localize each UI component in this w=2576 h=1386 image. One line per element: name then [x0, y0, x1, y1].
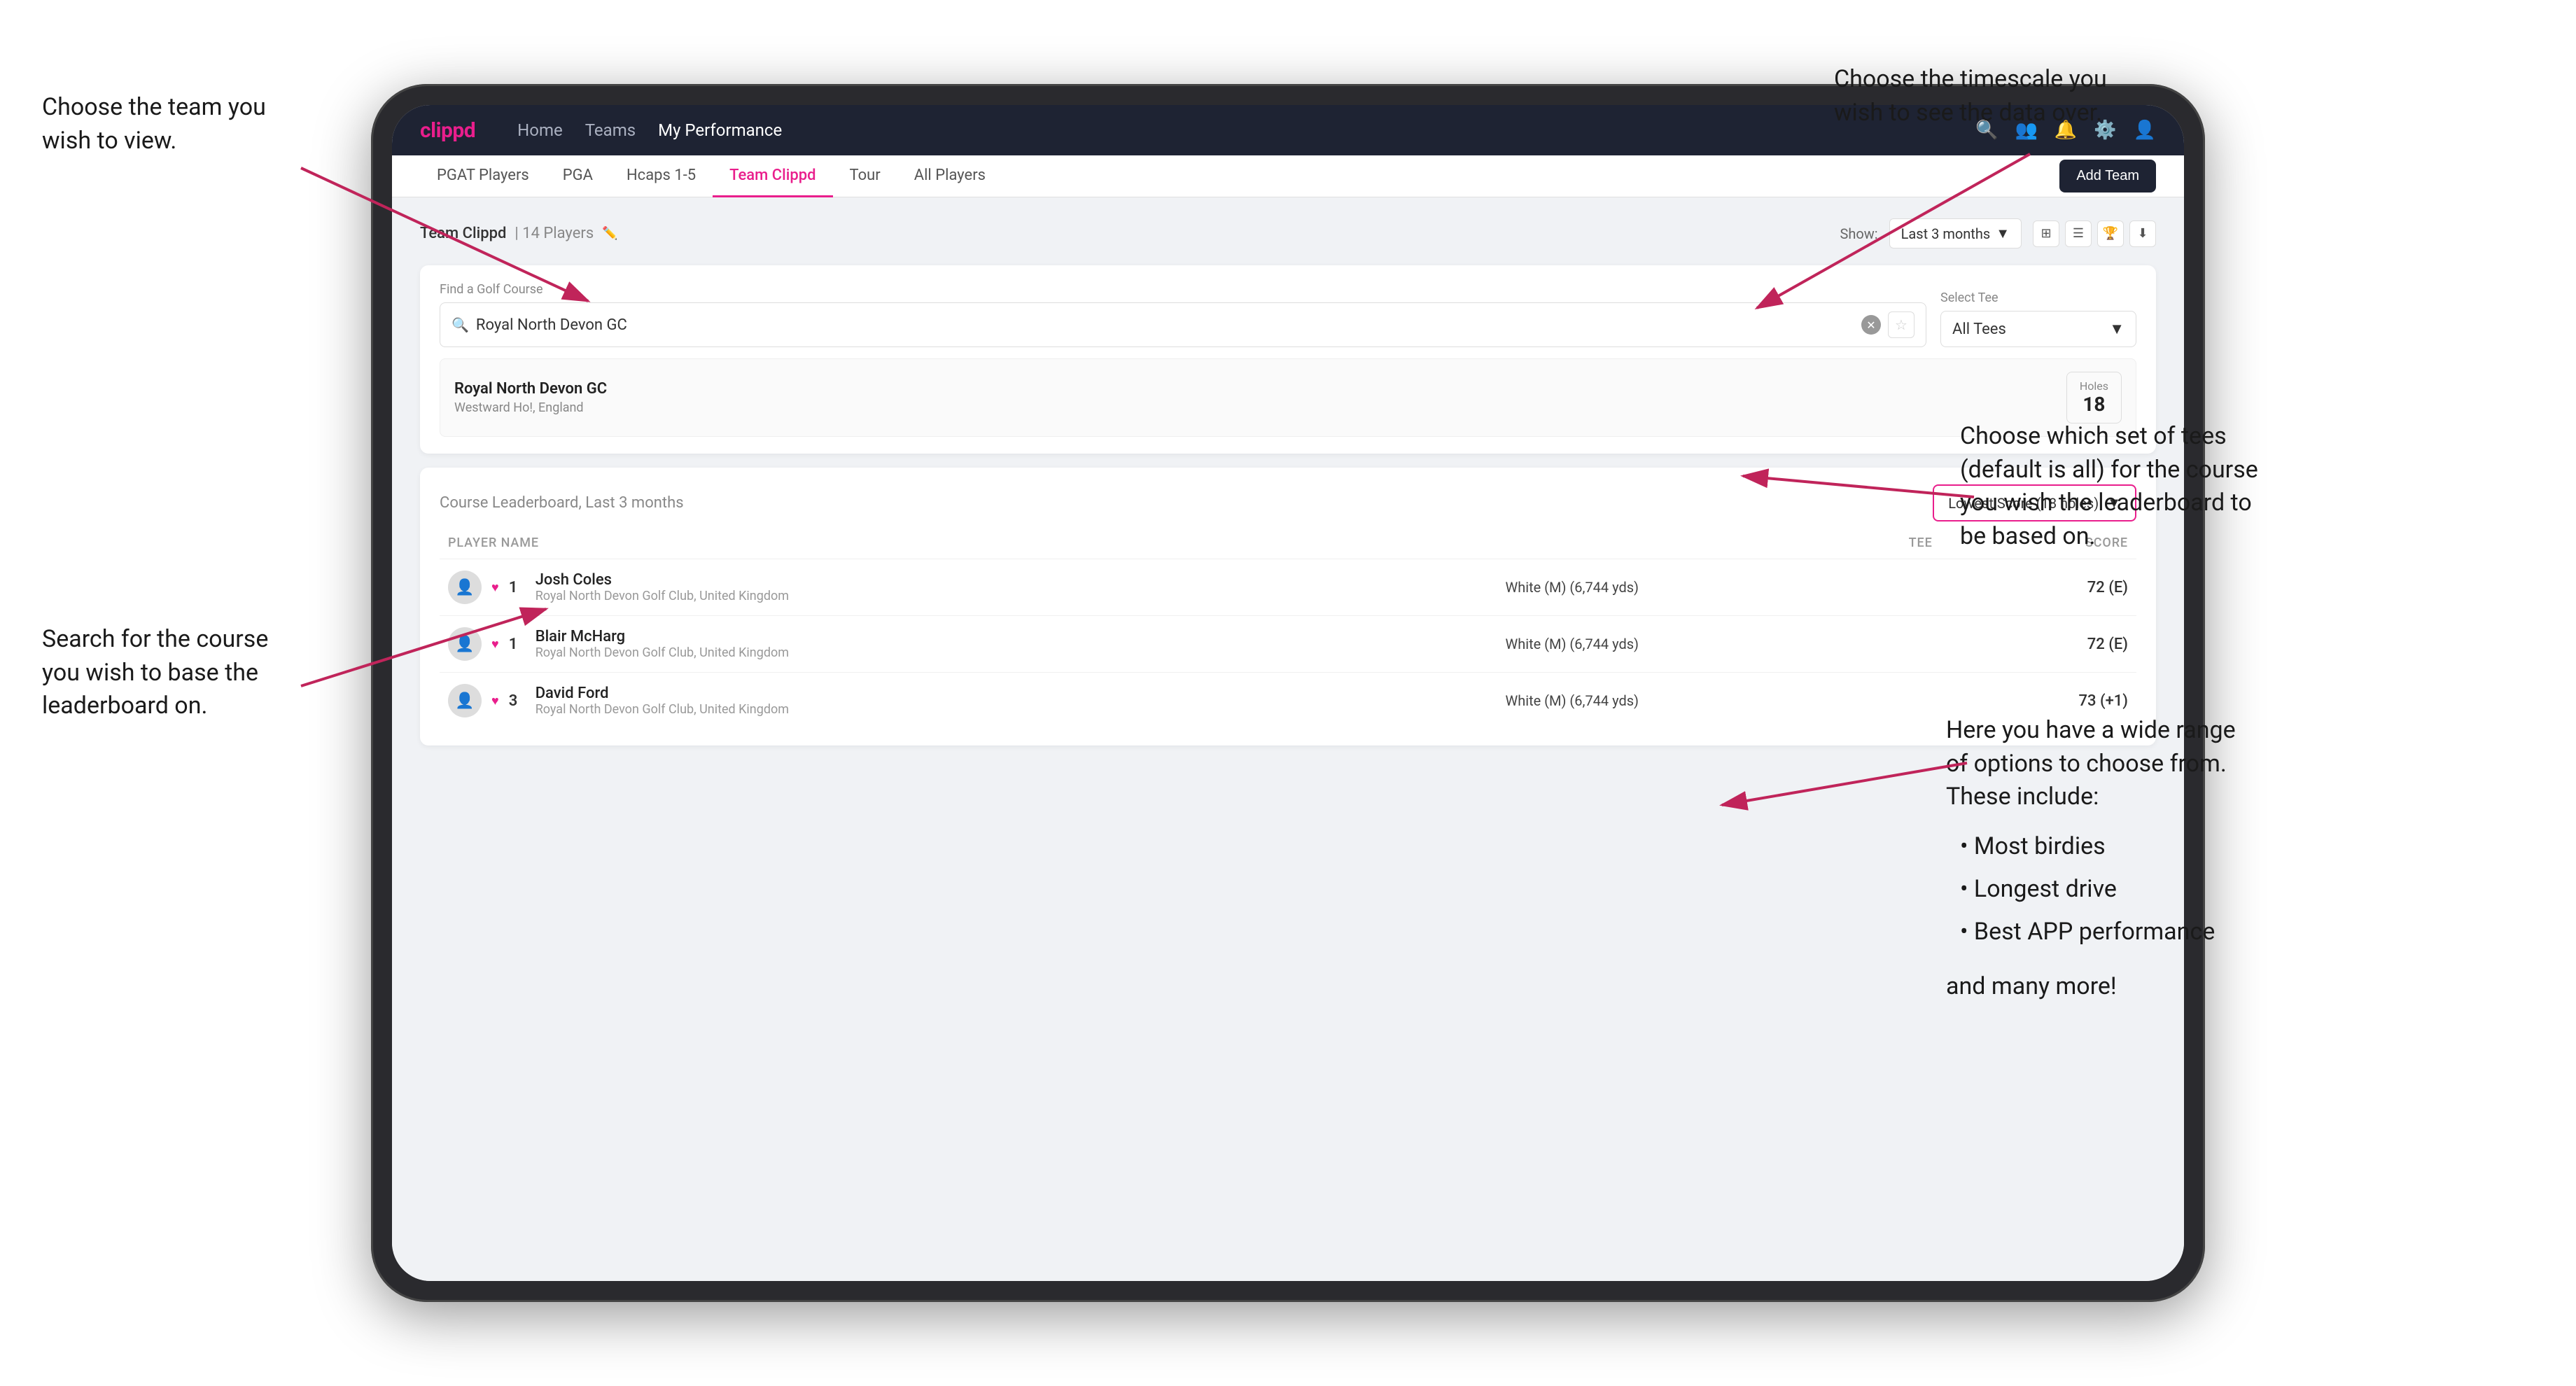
show-label: Show:	[1840, 225, 1877, 242]
leaderboard-title: Course Leaderboard, Last 3 months	[440, 494, 684, 512]
subnav-team-clippd[interactable]: Team Clippd	[713, 155, 832, 197]
grid-view-icon[interactable]: ⊞	[2033, 220, 2059, 247]
holes-badge: Holes 18	[2066, 372, 2122, 424]
heart-icon-2[interactable]: ♥	[491, 694, 499, 708]
nav-teams[interactable]: Teams	[585, 118, 636, 143]
subnav-tour[interactable]: Tour	[833, 155, 897, 197]
col-player: PLAYER NAME	[440, 536, 1497, 559]
player-cell-1: 👤 ♥ 1 Blair McHarg Royal North Devon Gol…	[440, 616, 1497, 673]
leaderboard-table: PLAYER NAME TEE SCORE 👤 ♥ 1 Josh Coles R…	[440, 536, 2136, 729]
heart-icon-1[interactable]: ♥	[491, 637, 499, 652]
list-view-icon[interactable]: ☰	[2065, 220, 2092, 247]
leaderboard-header: Course Leaderboard, Last 3 months Lowest…	[440, 484, 2136, 522]
score-cell-0: 72 (E)	[1941, 559, 2136, 616]
clear-search-button[interactable]: ✕	[1861, 315, 1881, 335]
player-avatar-2: 👤	[448, 684, 482, 718]
tee-cell-1: White (M) (6,744 yds)	[1497, 616, 1940, 673]
course-search-value: Royal North Devon GC	[476, 316, 1854, 334]
player-name-0: Josh Coles	[536, 571, 789, 589]
player-club-2: Royal North Devon Golf Club, United King…	[536, 702, 789, 717]
bullet-drive: Longest drive	[1960, 868, 2236, 911]
subnav-hcaps[interactable]: Hcaps 1-5	[610, 155, 713, 197]
table-row: 👤 ♥ 3 David Ford Royal North Devon Golf …	[440, 673, 2136, 729]
main-content: Team Clippd | 14 Players ✏️ Show: Last 3…	[392, 197, 2184, 1281]
search-icon-small: 🔍	[451, 316, 469, 333]
subnav: PGAT Players PGA Hcaps 1-5 Team Clippd T…	[392, 155, 2184, 197]
team-title-area: Team Clippd | 14 Players ✏️	[420, 225, 618, 242]
subnav-all-players[interactable]: All Players	[897, 155, 1002, 197]
download-icon[interactable]: ⬇	[2129, 220, 2156, 247]
course-search-field: Find a Golf Course 🔍 Royal North Devon G…	[440, 282, 1926, 347]
course-result-name: Royal North Devon GC	[454, 380, 607, 398]
favorite-icon[interactable]: ☆	[1888, 312, 1914, 338]
player-name-2: David Ford	[536, 685, 789, 702]
navbar-links: Home Teams My Performance	[517, 118, 1947, 143]
tee-dropdown[interactable]: All Tees ▼	[1940, 311, 2136, 347]
table-row: 👤 ♥ 1 Josh Coles Royal North Devon Golf …	[440, 559, 2136, 616]
team-header: Team Clippd | 14 Players ✏️ Show: Last 3…	[420, 218, 2156, 248]
search-row: Find a Golf Course 🔍 Royal North Devon G…	[440, 282, 2136, 347]
tee-cell-0: White (M) (6,744 yds)	[1497, 559, 1940, 616]
player-club-1: Royal North Devon Golf Club, United King…	[536, 645, 789, 660]
holes-number: 18	[2080, 393, 2108, 416]
edit-team-icon[interactable]: ✏️	[602, 226, 617, 241]
select-tee-label: Select Tee	[1940, 290, 2136, 305]
annotation-top-right: Choose the timescale you wish to see the…	[1834, 63, 2107, 130]
annotation-and-more: and many more!	[1946, 970, 2236, 1004]
player-rank-2: 3	[509, 692, 526, 710]
table-row: 👤 ♥ 1 Blair McHarg Royal North Devon Gol…	[440, 616, 2136, 673]
search-card: Find a Golf Course 🔍 Royal North Devon G…	[420, 265, 2156, 454]
annotation-top-left: Choose the team you wish to view.	[42, 91, 266, 158]
heart-icon-0[interactable]: ♥	[491, 580, 499, 595]
bullet-birdies: Most birdies	[1960, 825, 2236, 868]
add-team-button[interactable]: Add Team	[2059, 160, 2156, 192]
score-cell-1: 72 (E)	[1941, 616, 2136, 673]
subnav-pga[interactable]: PGA	[546, 155, 610, 197]
app-logo: clippd	[420, 118, 475, 143]
course-result-info: Royal North Devon GC Westward Ho!, Engla…	[454, 380, 607, 415]
tablet-device: clippd Home Teams My Performance 🔍 👥 🔔 ⚙…	[371, 84, 2205, 1302]
find-course-label: Find a Golf Course	[440, 282, 1926, 297]
leaderboard-section: Course Leaderboard, Last 3 months Lowest…	[420, 468, 2156, 746]
course-result-location: Westward Ho!, England	[454, 400, 607, 415]
player-avatar-1: 👤	[448, 627, 482, 661]
team-header-right: Show: Last 3 months ▼ ⊞ ☰ 🏆 ⬇	[1840, 218, 2156, 248]
annotation-bot-left: Search for the course you wish to base t…	[42, 623, 268, 723]
player-cell-0: 👤 ♥ 1 Josh Coles Royal North Devon Golf …	[440, 559, 1497, 616]
tee-select-field: Select Tee All Tees ▼	[1940, 290, 2136, 347]
nav-my-performance[interactable]: My Performance	[658, 118, 782, 143]
player-name-1: Blair McHarg	[536, 628, 789, 645]
bullet-app: Best APP performance	[1960, 911, 2236, 953]
team-player-count: | 14 Players	[514, 225, 594, 242]
tablet-screen: clippd Home Teams My Performance 🔍 👥 🔔 ⚙…	[392, 105, 2184, 1281]
trophy-icon[interactable]: 🏆	[2097, 220, 2124, 247]
view-icons: ⊞ ☰ 🏆 ⬇	[2033, 220, 2156, 247]
annotation-mid-right: Choose which set of tees (default is all…	[1960, 420, 2258, 553]
col-tee: TEE	[1497, 536, 1940, 559]
player-rank-1: 1	[509, 636, 526, 653]
player-club-0: Royal North Devon Golf Club, United King…	[536, 589, 789, 603]
team-name: Team Clippd	[420, 225, 506, 242]
nav-home[interactable]: Home	[517, 118, 563, 143]
player-avatar-0: 👤	[448, 570, 482, 604]
avatar-icon[interactable]: 👤	[2134, 120, 2156, 141]
tee-cell-2: White (M) (6,744 yds)	[1497, 673, 1940, 729]
player-cell-2: 👤 ♥ 3 David Ford Royal North Devon Golf …	[440, 673, 1497, 729]
subnav-pgat-players[interactable]: PGAT Players	[420, 155, 546, 197]
show-select[interactable]: Last 3 months ▼	[1889, 218, 2022, 248]
annotation-bot-right: Here you have a wide range of options to…	[1946, 714, 2236, 1004]
holes-label: Holes	[2080, 379, 2108, 393]
player-rank-0: 1	[509, 579, 526, 596]
course-result: Royal North Devon GC Westward Ho!, Engla…	[440, 358, 2136, 437]
course-search-input-wrap[interactable]: 🔍 Royal North Devon GC ✕ ☆	[440, 302, 1926, 347]
